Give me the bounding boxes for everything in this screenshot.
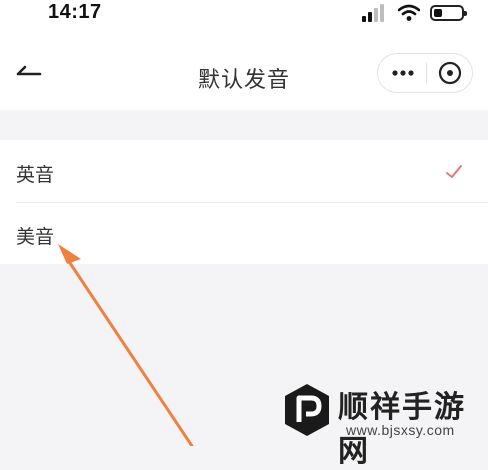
watermark-logo-icon (285, 384, 329, 436)
watermark-url: www.bjsxsy.com (346, 422, 455, 438)
site-watermark: 顺祥手游网 www.bjsxsy.com (276, 378, 488, 469)
